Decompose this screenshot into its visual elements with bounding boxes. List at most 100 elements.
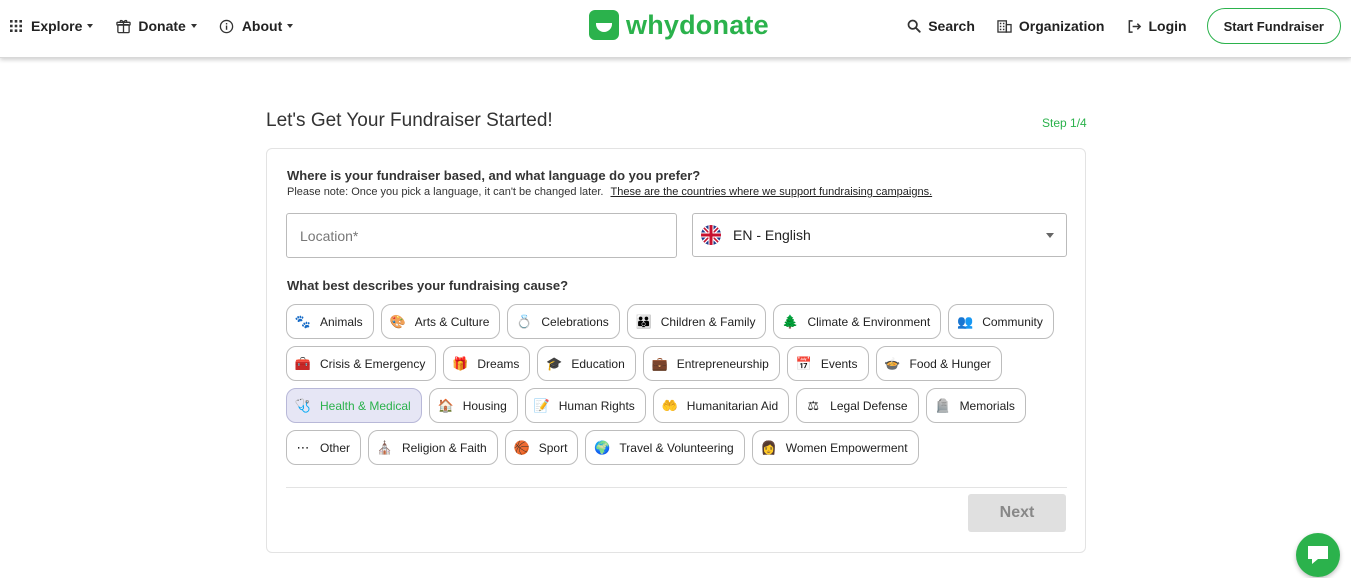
briefcase-icon: 💼 [651, 356, 668, 371]
cause-chip-row: ⋯ Other ⛪ Religion & Faith 🏀 Sport 🌍 Travel & V… [286, 430, 1076, 465]
info-icon [219, 18, 235, 34]
people-group-icon: 👥 [957, 314, 974, 329]
lawyer-icon: ⚖ [807, 398, 819, 413]
cause-chip-label: Climate & Environment [807, 314, 931, 329]
nav-donate[interactable]: Donate [115, 18, 197, 34]
food-bowl-icon: 🍲 [884, 356, 901, 371]
cause-chip-label: Crisis & Emergency [320, 356, 426, 371]
palette-icon: 🎨 [389, 314, 406, 329]
top-navbar: Explore Donate About whydonate Search Or… [0, 0, 1351, 58]
nav-left: Explore Donate About [8, 0, 315, 52]
cause-chip-label: Memorials [959, 398, 1015, 413]
basketball-icon: 🏀 [513, 440, 530, 455]
cause-chip-label: Health & Medical [320, 398, 411, 413]
chat-bubble-icon [1306, 544, 1330, 566]
cause-chip-memorials[interactable]: 🪦 Memorials [925, 388, 1026, 423]
cause-chip-other[interactable]: ⋯ Other [286, 430, 362, 465]
cause-chip-label: Food & Hunger [909, 356, 991, 371]
login-label: Login [1148, 18, 1187, 34]
stethoscope-icon: 🩺 [294, 398, 312, 413]
calendar-icon: 📅 [795, 356, 812, 371]
whydonate-logo[interactable]: whydonate [589, 10, 769, 40]
globe-hand-icon: 🌍 [594, 440, 611, 455]
cause-chip-events[interactable]: 📅 Events [786, 346, 869, 381]
grid-icon [8, 18, 24, 34]
start-fundraiser-button[interactable]: Start Fundraiser [1206, 8, 1341, 44]
cause-chip-label: Human Rights [558, 398, 635, 413]
children-icon: 👪 [635, 314, 652, 329]
cause-chip-travel-volunteering[interactable]: 🌍 Travel & Volunteering [585, 430, 745, 465]
organization-label: Organization [1018, 18, 1105, 34]
cause-chip-sport[interactable]: 🏀 Sport [504, 430, 579, 465]
location-input[interactable] [286, 213, 677, 258]
cause-chip-label: Women Empowerment [785, 440, 908, 455]
cause-chip-label: Legal Defense [830, 398, 908, 413]
rings-icon: 💍 [516, 314, 533, 329]
cause-chip-label: Community [982, 314, 1043, 329]
cause-chip-dreams[interactable]: 🎁 Dreams [443, 346, 531, 381]
language-select[interactable]: EN - English [692, 213, 1067, 257]
nav-donate-label: Donate [138, 18, 186, 34]
nav-explore-label: Explore [31, 18, 83, 34]
nav-about-label: About [241, 18, 283, 34]
cause-chip-community[interactable]: 👥 Community [948, 304, 1054, 339]
worship-icon: ⛪ [376, 440, 394, 455]
cause-chip-legal-defense[interactable]: ⚖ Legal Defense [796, 388, 919, 423]
cause-chip-food-hunger[interactable]: 🍲 Food & Hunger [875, 346, 1002, 381]
nav-explore[interactable]: Explore [8, 18, 94, 34]
cause-chip-celebrations[interactable]: 💍 Celebrations [507, 304, 620, 339]
gift-icon: 🎁 [452, 356, 469, 371]
cause-chips: 🐾 Animals 🎨 Arts & Culture 💍 Celebrations 👪 Chi… [286, 304, 1076, 472]
search-icon [906, 18, 922, 34]
graduation-cap-icon: 🎓 [546, 356, 563, 371]
cause-chip-human-rights[interactable]: 📝 Human Rights [524, 388, 646, 423]
cause-chip-label: Animals [320, 314, 363, 329]
chevron-down-icon [190, 24, 197, 28]
logo-text: whydonate [626, 10, 769, 40]
cause-chip-label: Children & Family [660, 314, 756, 329]
search-link[interactable]: Search [906, 18, 975, 34]
paw-icon: 🐾 [294, 314, 312, 329]
divider [286, 487, 1067, 488]
cause-chip-crisis-emergency[interactable]: 🧰 Crisis & Emergency [286, 346, 437, 381]
cause-chip-entrepreneurship[interactable]: 💼 Entrepreneurship [642, 346, 780, 381]
cause-chip-animals[interactable]: 🐾 Animals [286, 304, 374, 339]
tombstone-icon: 🪦 [934, 398, 951, 413]
cause-chip-women-empowerment[interactable]: 👩 Women Empowerment [751, 430, 919, 465]
cause-chip-label: Travel & Volunteering [619, 440, 734, 455]
nav-about[interactable]: About [219, 18, 294, 34]
page-title: Let's Get Your Fundraiser Started! [266, 110, 553, 131]
organization-link[interactable]: Organization [997, 18, 1105, 34]
login-link[interactable]: Login [1126, 18, 1187, 34]
dropdown-arrow-icon [1046, 233, 1054, 238]
cause-chip-religion-faith[interactable]: ⛪ Religion & Faith [368, 430, 498, 465]
logo-mark-icon [589, 10, 619, 40]
cause-chip-label: Humanitarian Aid [686, 398, 779, 413]
cause-chip-row: 🩺 Health & Medical 🏠 Housing 📝 Human Rights 🤲 H… [286, 388, 1076, 423]
cause-chip-climate-environment[interactable]: 🌲 Climate & Environment [773, 304, 942, 339]
building-icon [997, 18, 1013, 34]
login-icon [1126, 18, 1142, 34]
next-button[interactable]: Next [968, 494, 1066, 532]
uk-flag-icon [701, 225, 721, 245]
cause-chip-row: 🐾 Animals 🎨 Arts & Culture 💍 Celebrations 👪 Chi… [286, 304, 1076, 339]
cause-chip-arts-culture[interactable]: 🎨 Arts & Culture [380, 304, 501, 339]
cause-chip-label: Celebrations [541, 314, 609, 329]
cause-chip-education[interactable]: 🎓 Education [537, 346, 636, 381]
chat-button[interactable] [1296, 533, 1340, 577]
cause-chip-label: Entrepreneurship [676, 356, 769, 371]
cause-chip-label: Events [820, 356, 858, 371]
nav-right: Search Organization Login Start Fundrais… [884, 0, 1341, 52]
document-sign-icon: 📝 [533, 398, 550, 413]
cause-chip-health-medical[interactable]: 🩺 Health & Medical [286, 388, 422, 423]
supported-countries-link[interactable]: These are the countries where we support… [611, 186, 933, 198]
chevron-down-icon [87, 24, 94, 28]
ellipsis-circle-icon: ⋯ [296, 440, 310, 455]
cause-chip-humanitarian-aid[interactable]: 🤲 Humanitarian Aid [652, 388, 790, 423]
language-note: Please note: Once you pick a language, i… [287, 186, 932, 198]
cause-chip-housing[interactable]: 🏠 Housing [428, 388, 518, 423]
step-indicator: Step 1/4 [1042, 116, 1087, 130]
language-selected-value: EN - English [733, 227, 811, 243]
cause-chip-children-family[interactable]: 👪 Children & Family [626, 304, 767, 339]
cause-question: What best describes your fundraising cau… [287, 278, 569, 293]
